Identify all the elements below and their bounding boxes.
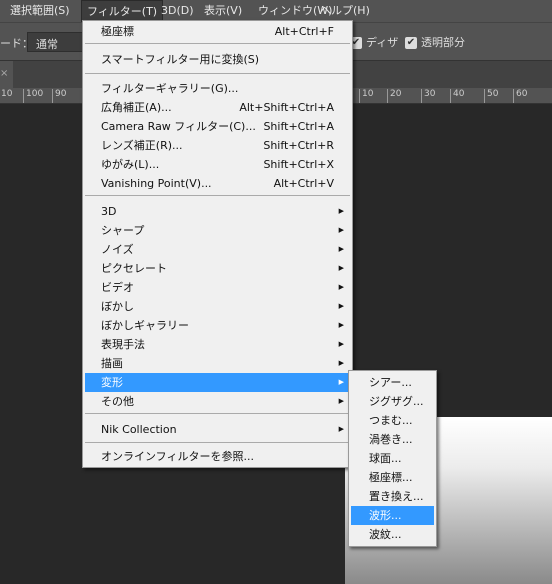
menu-item-filter[interactable]: ゆがみ(L)... Shift+Ctrl+X	[85, 155, 350, 174]
menu-item-filter[interactable]: Vanishing Point(V)... Alt+Ctrl+V	[85, 174, 350, 193]
menu-view[interactable]: 表示(V)	[199, 0, 247, 22]
distort-item[interactable]: シアー...	[351, 373, 434, 392]
item-label: ぼかし	[101, 300, 134, 313]
submenu-arrow-icon: ▶	[338, 264, 344, 272]
ruler-tick: 90	[52, 89, 66, 103]
submenu-arrow-icon: ▶	[338, 226, 344, 234]
submenu-arrow-icon: ▶	[338, 283, 344, 291]
ruler-tick: 40	[450, 89, 464, 103]
item-label: Nik Collection	[101, 423, 177, 436]
submenu-arrow-icon: ▶	[338, 359, 344, 367]
separator	[85, 442, 350, 443]
item-label: その他	[101, 395, 134, 408]
item-label: レンズ補正(R)...	[101, 139, 183, 152]
ruler-tick: 20	[387, 89, 401, 103]
filter-menu: 極座標 Alt+Ctrl+F スマートフィルター用に変換(S) Nik Colle…	[82, 20, 353, 468]
ruler-tick: 30	[421, 89, 435, 103]
item-label: 極座標	[101, 25, 134, 38]
separator	[85, 73, 350, 74]
mode-select[interactable]: 通常	[27, 32, 87, 52]
menu-item-submenu[interactable]: 表現手法 ▶	[85, 335, 350, 354]
ruler-tick: 60	[513, 89, 527, 103]
menu-item-submenu[interactable]: その他 ▶	[85, 392, 350, 411]
menu-item-submenu[interactable]: 変形 ▶	[85, 373, 350, 392]
shortcut: Alt+Shift+Ctrl+A	[239, 101, 334, 114]
distort-item[interactable]: 波紋...	[351, 525, 434, 544]
menu-item-filter[interactable]: Camera Raw フィルター(C)... Shift+Ctrl+A	[85, 117, 350, 136]
item-label: 描画	[101, 357, 123, 370]
check-icon: ✔	[405, 37, 417, 49]
item-label: ビデオ	[101, 281, 134, 294]
distort-item[interactable]: 球面...	[351, 449, 434, 468]
item-label: シャープ	[101, 224, 145, 237]
shortcut: Shift+Ctrl+A	[263, 120, 334, 133]
distort-item[interactable]: 極座標...	[351, 468, 434, 487]
item-label: 表現手法	[101, 338, 145, 351]
item-label: ピクセレート	[101, 262, 167, 275]
menu-item-last-filter[interactable]: 極座標 Alt+Ctrl+F	[85, 22, 350, 41]
menu-bar: 選択範囲(S) フィルター(T) 3D(D) 表示(V) ウィンドウ(W) ヘル…	[0, 0, 552, 22]
menu-item-browse-online[interactable]: オンラインフィルターを参照...	[85, 447, 350, 466]
item-label: ゆがみ(L)...	[101, 158, 160, 171]
transparency-checkbox[interactable]: ✔ 透明部分	[405, 34, 465, 50]
shortcut: Shift+Ctrl+R	[263, 139, 334, 152]
submenu-arrow-icon: ▶	[338, 340, 344, 348]
menu-item-convert-smart-filter[interactable]: スマートフィルター用に変換(S)	[85, 50, 350, 69]
distort-item[interactable]: ジグザグ...	[351, 392, 434, 411]
transparency-label: 透明部分	[421, 36, 465, 49]
menu-item-submenu[interactable]: 描画 ▶	[85, 354, 350, 373]
distort-submenu: シアー... ジグザグ... つまむ... 渦巻き... 球面... 極座標... 置き換え…	[348, 370, 437, 547]
item-label: ノイズ	[101, 243, 134, 256]
menu-item-filter[interactable]: レンズ補正(R)... Shift+Ctrl+R	[85, 136, 350, 155]
shortcut: Alt+Ctrl+V	[273, 177, 334, 190]
ruler-tick: 100	[23, 89, 43, 103]
menu-item-submenu[interactable]: 3D ▶	[85, 202, 350, 221]
menu-item-filter[interactable]: 広角補正(A)... Alt+Shift+Ctrl+A	[85, 98, 350, 117]
menu-item-submenu[interactable]: ぼかし ▶	[85, 297, 350, 316]
distort-item[interactable]: 置き換え...	[351, 487, 434, 506]
shortcut: Alt+Ctrl+F	[274, 25, 334, 38]
distort-item[interactable]: つまむ...	[351, 411, 434, 430]
dither-label: ディザ	[366, 36, 399, 49]
item-label: 3D	[101, 205, 117, 218]
item-label: フィルターギャラリー(G)...	[101, 82, 239, 95]
mode-value: 通常	[36, 38, 58, 51]
menu-item-submenu[interactable]: シャープ ▶	[85, 221, 350, 240]
item-label: Camera Raw フィルター(C)...	[101, 120, 256, 133]
ruler-tick: 10	[359, 89, 373, 103]
menu-item-nik-collection[interactable]: Nik Collection ▶	[85, 420, 350, 439]
ruler-tick: 50	[484, 89, 498, 103]
item-label: 広角補正(A)...	[101, 101, 172, 114]
distort-item[interactable]: 波形...	[351, 506, 434, 525]
submenu-arrow-icon: ▶	[338, 321, 344, 329]
menu-select[interactable]: 選択範囲(S)	[5, 0, 75, 22]
ruler-tick: 10	[0, 89, 12, 103]
item-label: 変形	[101, 376, 123, 389]
menu-item-submenu[interactable]: ピクセレート ▶	[85, 259, 350, 278]
distort-item[interactable]: 渦巻き...	[351, 430, 434, 449]
menu-item-submenu[interactable]: ビデオ ▶	[85, 278, 350, 297]
shortcut: Shift+Ctrl+X	[263, 158, 334, 171]
submenu-arrow-icon: ▶	[338, 397, 344, 405]
menu-help[interactable]: ヘルプ(H)	[315, 0, 375, 22]
separator	[85, 413, 350, 414]
menu-3d[interactable]: 3D(D)	[156, 0, 199, 22]
menu-item-filter[interactable]: フィルターギャラリー(G)...	[85, 79, 350, 98]
separator	[85, 43, 350, 44]
submenu-arrow-icon: ▶	[338, 378, 344, 386]
submenu-arrow-icon: ▶	[338, 425, 344, 433]
separator	[85, 195, 350, 196]
dither-checkbox[interactable]: ✔ ディザ	[350, 34, 398, 50]
submenu-arrow-icon: ▶	[338, 302, 344, 310]
menu-item-submenu[interactable]: ぼかしギャラリー ▶	[85, 316, 350, 335]
menu-item-submenu[interactable]: ノイズ ▶	[85, 240, 350, 259]
submenu-arrow-icon: ▶	[338, 207, 344, 215]
close-tab-icon[interactable]: ×	[0, 61, 13, 88]
submenu-arrow-icon: ▶	[338, 245, 344, 253]
item-label: ぼかしギャラリー	[101, 319, 189, 332]
item-label: Vanishing Point(V)...	[101, 177, 212, 190]
menu-filter[interactable]: フィルター(T)	[81, 0, 164, 22]
